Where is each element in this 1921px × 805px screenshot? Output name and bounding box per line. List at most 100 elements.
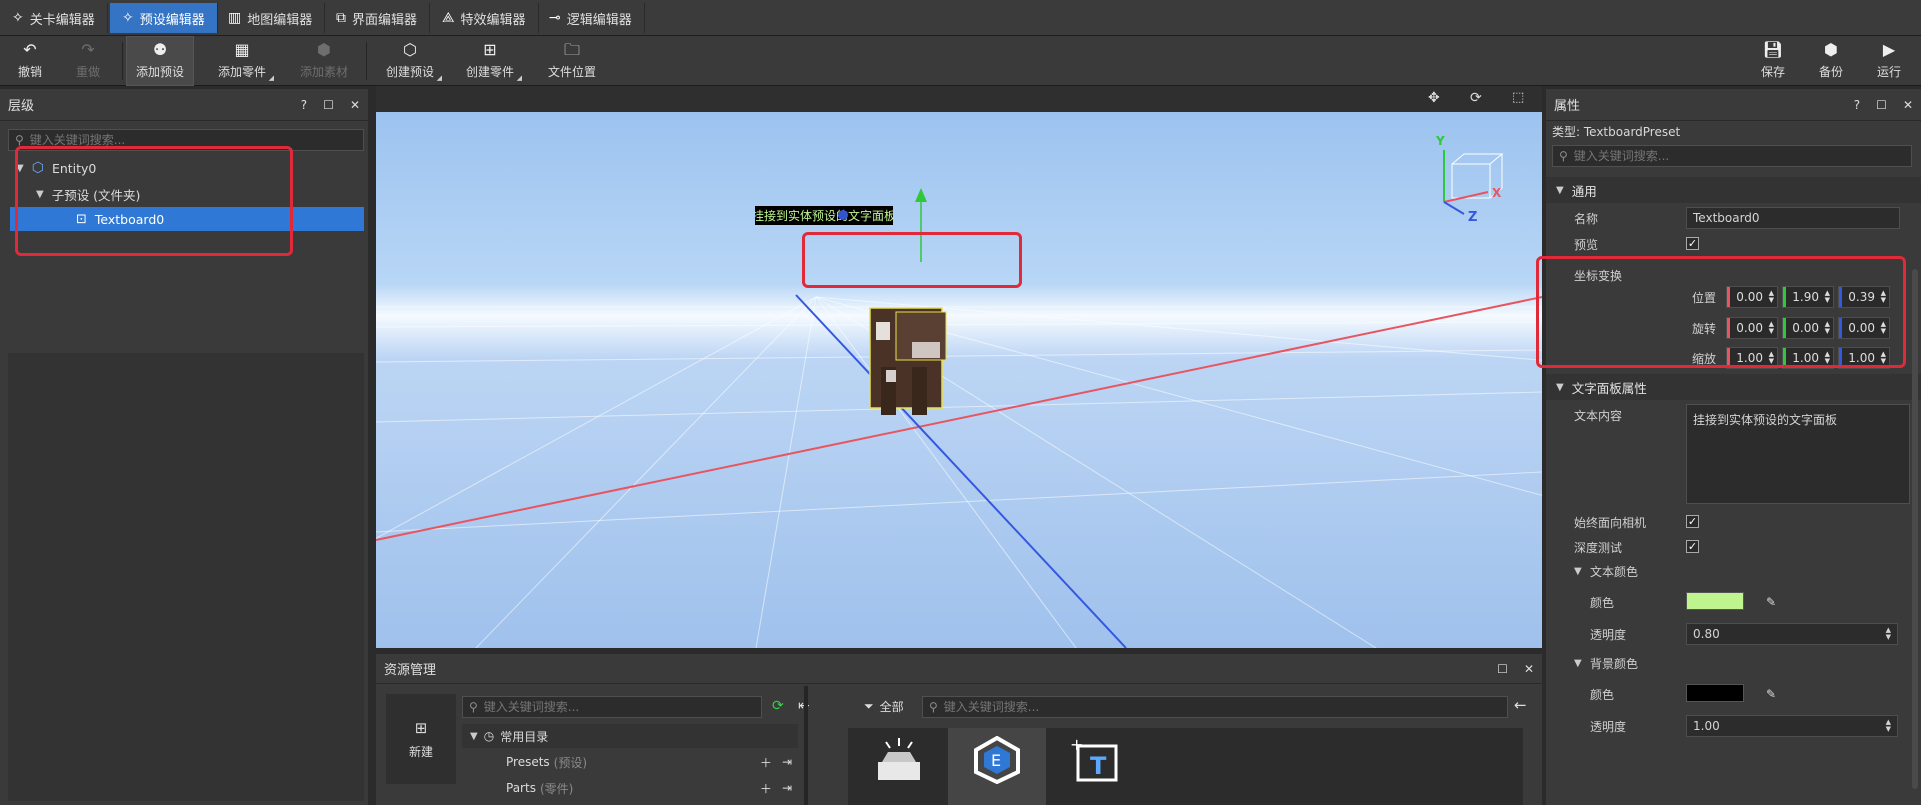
filter-all[interactable]: ⏷ 全部 (864, 698, 904, 715)
spinner-icon[interactable]: ▲ ▼ (1881, 321, 1886, 335)
tree-item-entity0[interactable]: ▼ ⬡ Entity0 (16, 156, 356, 180)
parts-folder[interactable]: Parts (零件) ＋ ⇥ (462, 776, 798, 800)
spinner-icon[interactable]: ▲ ▼ (1769, 351, 1774, 365)
rotation-z-field[interactable]: 0.00 ▲ ▼ (1838, 317, 1890, 339)
text-content-textarea[interactable]: 挂接到实体预设的文字面板 (1686, 404, 1910, 504)
create-part-button[interactable]: ⊞ 创建零件 ◢ (456, 36, 524, 86)
help-icon[interactable]: ? (1854, 98, 1860, 112)
asset-tile-presets[interactable] (850, 728, 948, 805)
preview-checkbox[interactable]: ✓ (1686, 237, 1699, 250)
scale-z-field[interactable]: 1.00 ▲ ▼ (1838, 347, 1890, 369)
backup-button[interactable]: ⬢ 备份 (1810, 36, 1852, 86)
caret-down-icon[interactable]: ▼ (470, 731, 478, 742)
import-icon[interactable]: ⇥ (782, 755, 792, 769)
position-x-field[interactable]: 0.00 ▲ ▼ (1726, 286, 1778, 308)
run-button[interactable]: ▶ 运行 (1868, 36, 1910, 86)
tree-item-textboard0[interactable]: ⊡ Textboard0 (10, 207, 364, 231)
name-field[interactable]: Textboard0 (1686, 207, 1900, 229)
scale-y-field[interactable]: 1.00 ▲ ▼ (1782, 347, 1834, 369)
textboard-preview[interactable]: 挂接到实体预设的文字面板 (755, 206, 893, 225)
section-textboard[interactable]: ▼ 文字面板属性 (1546, 374, 1921, 400)
add-part-button[interactable]: ▦ 添加零件 ◢ (208, 36, 276, 86)
bg-opacity-field[interactable]: 1.00 ▲ ▼ (1686, 715, 1898, 737)
spinner-icon[interactable]: ▲ ▼ (1825, 290, 1830, 304)
add-material-button[interactable]: ⬢ 添加素材 (290, 36, 358, 86)
asset-splitter[interactable] (804, 686, 808, 805)
save-button[interactable]: 💾︎ 保存 (1752, 36, 1794, 86)
common-directory[interactable]: ▼ ◷ 常用目录 (462, 724, 798, 748)
asset-grid-search[interactable]: ⚲ (922, 696, 1508, 718)
rotate-icon[interactable]: ⟳ (1470, 90, 1482, 106)
caret-down-icon[interactable]: ▼ (36, 189, 44, 200)
properties-scrollbar[interactable] (1912, 269, 1918, 789)
hierarchy-search[interactable]: ⚲ (8, 129, 364, 151)
caret-down-icon[interactable]: ▼ (1574, 658, 1582, 669)
bg-color-swatch[interactable] (1686, 684, 1744, 702)
undo-button[interactable]: ↶ 撤销 (6, 36, 54, 86)
scale-x-field[interactable]: 1.00 ▲ ▼ (1726, 347, 1778, 369)
redo-button[interactable]: ↷ 重做 (64, 36, 112, 86)
rotation-x-field[interactable]: 0.00 ▲ ▼ (1726, 317, 1778, 339)
scene-viewport[interactable]: 挂接到实体预设的文字面板 Y X Z (376, 112, 1542, 648)
caret-down-icon[interactable]: ▼ (1556, 185, 1564, 196)
spinner-icon[interactable]: ▲ ▼ (1825, 321, 1830, 335)
maximize-icon[interactable]: ☐ (323, 98, 334, 112)
spinner-icon[interactable]: ▲ ▼ (1886, 627, 1891, 641)
caret-down-icon[interactable]: ▼ (1556, 382, 1564, 393)
face-camera-checkbox[interactable]: ✓ (1686, 515, 1699, 528)
properties-search[interactable]: ⚲ (1552, 145, 1912, 167)
caret-down-icon[interactable]: ▼ (1574, 566, 1582, 577)
spinner-icon[interactable]: ▲ ▼ (1881, 351, 1886, 365)
add-preset-button[interactable]: ⚉ 添加预设 (126, 36, 194, 86)
depth-test-checkbox[interactable]: ✓ (1686, 540, 1699, 553)
text-color-section[interactable]: ▼ 文本颜色 (1546, 559, 1921, 583)
rotation-y-field[interactable]: 0.00 ▲ ▼ (1782, 317, 1834, 339)
tab-preset-editor[interactable]: ✧ 预设编辑器 (110, 3, 218, 33)
asset-search[interactable]: ⚲ (462, 696, 762, 718)
import-icon[interactable]: ⇥ (782, 781, 792, 795)
tab-logic-editor[interactable]: ⊸ 逻辑编辑器 (537, 3, 645, 33)
file-location-button[interactable]: 🗀 文件位置 (538, 36, 606, 86)
search-input[interactable] (29, 133, 357, 147)
maximize-icon[interactable]: ☐ (1497, 662, 1508, 676)
new-asset-button[interactable]: ⊞ 新建 (386, 694, 456, 784)
close-icon[interactable]: ✕ (1524, 662, 1534, 676)
spinner-icon[interactable]: ▲ ▼ (1881, 290, 1886, 304)
spinner-icon[interactable]: ▲ ▼ (1825, 351, 1830, 365)
gizmo-center-handle[interactable] (838, 210, 848, 220)
section-general[interactable]: ▼ 通用 (1546, 177, 1921, 203)
search-input[interactable] (1573, 149, 1905, 163)
asset-tile-textboard[interactable]: T + (1046, 728, 1144, 805)
tree-item-subpreset-folder[interactable]: ▼ 子预设 (文件夹) (36, 182, 356, 206)
text-color-swatch[interactable] (1686, 592, 1744, 610)
tab-map-editor[interactable]: ▥ 地图编辑器 (216, 3, 326, 33)
eyedropper-icon[interactable]: ✎ (1766, 687, 1776, 701)
help-icon[interactable]: ? (301, 98, 307, 112)
close-icon[interactable]: ✕ (1903, 98, 1913, 112)
position-z-field[interactable]: 0.39 ▲ ▼ (1838, 286, 1890, 308)
tab-ui-editor[interactable]: ⧉ 界面编辑器 (324, 3, 431, 33)
search-input[interactable] (483, 700, 755, 714)
presets-folder[interactable]: Presets (预设) ＋ ⇥ (462, 750, 798, 774)
tab-level-editor[interactable]: ✧ 关卡编辑器 (0, 3, 108, 33)
text-opacity-field[interactable]: 0.80 ▲ ▼ (1686, 623, 1898, 645)
close-icon[interactable]: ✕ (350, 98, 360, 112)
tab-effects-editor[interactable]: ⟁ 特效编辑器 (430, 3, 539, 33)
eyedropper-icon[interactable]: ✎ (1766, 595, 1776, 609)
spinner-icon[interactable]: ▲ ▼ (1769, 290, 1774, 304)
sync-icon[interactable]: ⟳ (772, 698, 784, 714)
search-input[interactable] (943, 700, 1501, 714)
maximize-icon[interactable]: ☐ (1876, 98, 1887, 112)
move-icon[interactable]: ✥ (1428, 90, 1440, 106)
orientation-gizmo[interactable]: Y X Z (1426, 134, 1506, 225)
bg-color-section[interactable]: ▼ 背景颜色 (1546, 651, 1921, 675)
asset-tile-entity[interactable]: E (948, 728, 1046, 805)
scale-icon[interactable]: ⬚ (1512, 90, 1524, 105)
back-arrow-icon[interactable]: ← (1514, 696, 1527, 714)
add-icon[interactable]: ＋ (760, 754, 772, 771)
create-preset-button[interactable]: ⬡ 创建预设 ◢ (376, 36, 444, 86)
position-y-field[interactable]: 1.90 ▲ ▼ (1782, 286, 1834, 308)
add-icon[interactable]: ＋ (760, 780, 772, 797)
caret-down-icon[interactable]: ▼ (16, 163, 24, 174)
spinner-icon[interactable]: ▲ ▼ (1886, 719, 1891, 733)
